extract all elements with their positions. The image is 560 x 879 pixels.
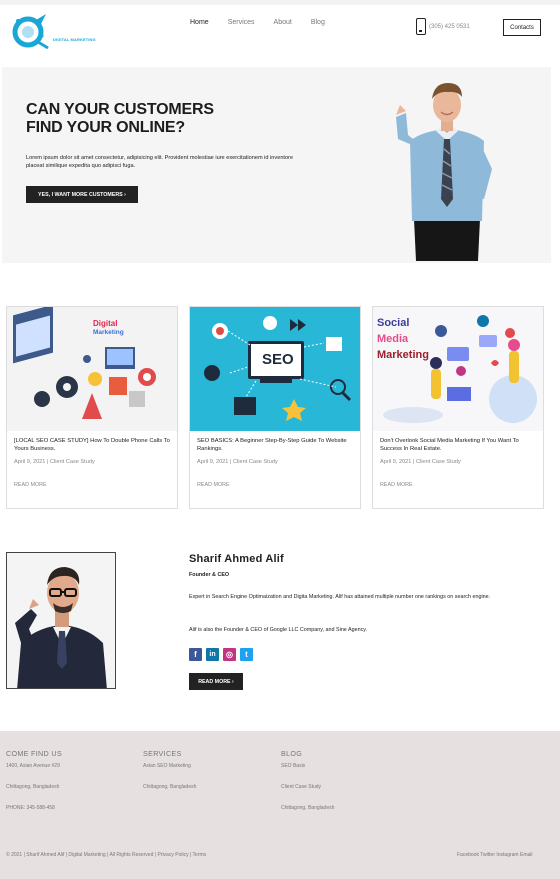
card-image-digital-marketing: Digital Marketing [7,307,177,431]
card-image-label-media: Media [377,333,409,345]
site-footer: COME FIND US 1400, Asian Avenue #29 Chit… [0,731,560,879]
card-image-label-digital: Digital [93,319,118,328]
card-title[interactable]: Don't Overlook Social Media Marketing If… [380,437,538,453]
hero-text: Lorem ipsum dolor sit amet consectetur, … [26,155,294,169]
footer-col-services: SERVICES Asian SEO Marketing Chittagong,… [143,749,196,795]
phone-contact[interactable]: (305) 425 0531 [416,18,470,35]
author-bio-secondary: Alif is also the Founder & CEO of Google… [189,627,368,633]
card-read-more-link[interactable]: READ MORE [197,482,230,488]
footer-col-title: SERVICES [143,749,182,758]
instagram-icon[interactable]: ◎ [223,648,236,661]
author-name: Sharif Ahmed Alif [189,553,284,565]
card-image-label-marketing: Marketing [93,329,124,336]
facebook-icon[interactable]: f [189,648,202,661]
hero-section: CAN YOUR CUSTOMERS FIND YOUR ONLINE? Lor… [2,67,551,263]
card-image-social-media: Social Media Marketing [373,307,543,431]
hero-title-line2: FIND YOUR ONLINE? [26,119,185,136]
footer-line: 1400, Asian Avenue #29 [6,763,60,769]
footer-line: PHONE: 345-588-458 [6,805,55,811]
hero-title: CAN YOUR CUSTOMERS FIND YOUR ONLINE? [26,101,214,137]
footer-col-title: BLOG [281,749,303,758]
site-header: DIGITAL MARKETING Home Services About Bl… [0,5,560,57]
footer-line: Chittagong, Bangladesh [6,784,60,790]
card-image-label-social: Social [377,317,410,329]
author-role: Founder & CEO [189,572,230,578]
footer-col-blog: BLOG SEO Basis Client Case Study Chittag… [281,749,334,816]
footer-social-links[interactable]: Facebook Twitter Instagram Email [457,852,533,858]
copyright: © 2021 | Sharif Ahmed Alif | Digital Mar… [6,852,207,858]
footer-link[interactable]: Chittagong, Bangladesh [143,784,196,795]
author-social-links: f in ◎ t [189,648,253,661]
nav-about[interactable]: About [274,19,292,26]
logo[interactable]: DIGITAL MARKETING [10,12,100,52]
footer-col-find-us: COME FIND US 1400, Asian Avenue #29 Chit… [6,749,62,816]
linkedin-icon[interactable]: in [206,648,219,661]
card-meta: April 9, 2021 | Client Case Study [197,459,278,465]
blog-card[interactable]: Digital Marketing [LOCAL SEO CASE STUDY]… [6,306,178,509]
phone-icon [416,18,426,35]
footer-col-title: COME FIND US [6,749,62,758]
card-meta: April 9, 2021 | Client Case Study [14,459,95,465]
card-image-label-marketing: Marketing [377,349,429,361]
blog-card[interactable]: Social Media Marketing Don't Overlook So… [372,306,544,509]
card-meta: April 9, 2021 | Client Case Study [380,459,461,465]
main-nav: Home Services About Blog [190,19,344,26]
footer-link[interactable]: Chittagong, Bangladesh [281,805,334,816]
card-read-more-link[interactable]: READ MORE [14,482,47,488]
more-customers-button[interactable]: YES, I WANT MORE CUSTOMERS › [26,186,138,203]
card-title[interactable]: SEO BASICS: A Beginner Step-By-Step Guid… [197,437,355,453]
nav-blog[interactable]: Blog [311,19,325,26]
nav-home[interactable]: Home [190,19,209,26]
card-read-more-link[interactable]: READ MORE [380,482,413,488]
nav-services[interactable]: Services [228,19,255,26]
hero-title-line1: CAN YOUR CUSTOMERS [26,101,214,118]
footer-link[interactable]: Asian SEO Marketing [143,763,196,774]
logo-icon [12,14,49,50]
twitter-icon[interactable]: t [240,648,253,661]
hero-man-image [396,83,492,261]
card-image-seo: SEO [190,307,360,431]
contacts-button[interactable]: Contacts [503,19,541,36]
footer-link[interactable]: Client Case Study [281,784,334,795]
author-bio: Expert in Search Engine Optimaization an… [189,594,491,600]
footer-link[interactable]: SEO Basis [281,763,334,774]
card-image-label-seo: SEO [262,351,294,368]
author-photo [6,552,116,689]
blog-card[interactable]: SEO SEO BASICS: A Beginner Step-By-Step … [189,306,361,509]
author-read-more-button[interactable]: READ MORE › [189,673,243,690]
logo-text: DIGITAL MARKETING [53,37,96,42]
phone-number: (305) 425 0531 [429,23,470,30]
card-title[interactable]: [LOCAL SEO CASE STUDY] How To Double Pho… [14,437,172,453]
